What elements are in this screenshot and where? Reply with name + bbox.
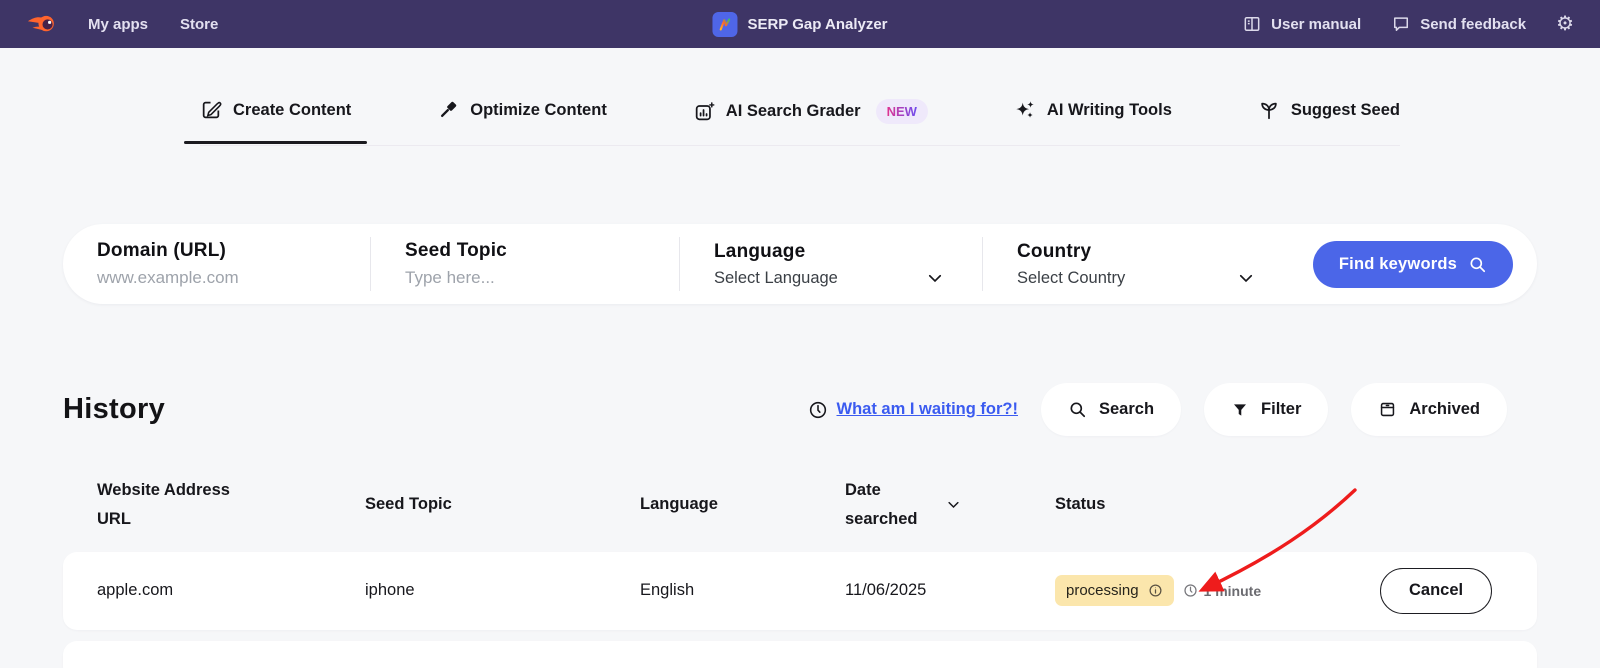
what-am-i-waiting-link[interactable]: What am I waiting for?! — [808, 400, 1019, 420]
tab-label: AI Writing Tools — [1046, 100, 1172, 119]
country-select[interactable]: Select Country — [1017, 269, 1293, 288]
processing-status-badge: processing — [1055, 575, 1174, 607]
cell-date-searched: 11/06/2025 — [845, 581, 927, 600]
content-tabs: Create Content Optimize Content AI Searc… — [183, 99, 1400, 146]
col-header-language: Language — [640, 495, 718, 514]
bar-chart-grader-icon — [693, 101, 715, 123]
elapsed-label: 1 minute — [1203, 582, 1262, 599]
tab-suggest-seed[interactable]: Suggest Seed — [1258, 99, 1400, 142]
search-icon — [1068, 400, 1087, 419]
topbar: My apps Store SERP Gap Analyzer User man… — [0, 0, 1600, 48]
settings-gear-icon[interactable]: ⚙ — [1556, 14, 1574, 34]
hammer-icon — [437, 99, 459, 121]
user-manual-label: User manual — [1271, 15, 1362, 33]
search-button[interactable]: Search — [1041, 383, 1182, 436]
archived-button[interactable]: Archived — [1351, 383, 1507, 436]
cell-language: English — [640, 581, 695, 600]
language-label: Language — [714, 240, 806, 262]
search-icon — [1468, 255, 1487, 274]
topbar-left: My apps Store — [26, 12, 218, 36]
waiting-link-label: What am I waiting for?! — [836, 400, 1019, 418]
find-keywords-button[interactable]: Find keywords — [1312, 240, 1513, 288]
search-button-label: Search — [1099, 400, 1155, 418]
cell-seed-topic: iphone — [365, 581, 415, 600]
tab-label: Create Content — [233, 100, 352, 119]
app-title: SERP Gap Analyzer — [747, 15, 888, 33]
history-header: History What am I waiting for?! Search F… — [63, 383, 1537, 436]
seed-topic-input[interactable] — [405, 268, 658, 288]
status-label: processing — [1066, 582, 1139, 600]
semrush-logo-icon[interactable] — [26, 12, 56, 36]
country-field: Country Select Country — [983, 241, 1293, 288]
domain-label: Domain (URL) — [97, 240, 227, 261]
domain-field: Domain (URL) — [63, 240, 370, 288]
send-feedback-link[interactable]: Send feedback — [1391, 14, 1526, 34]
country-label: Country — [1017, 240, 1092, 262]
clock-icon — [808, 400, 828, 420]
history-title: History — [63, 393, 166, 425]
filter-button[interactable]: Filter — [1204, 383, 1329, 436]
serp-gap-analyzer-icon — [712, 11, 738, 37]
feedback-bubble-icon — [1391, 14, 1411, 34]
sparkles-icon — [1014, 99, 1036, 121]
app-title-group: SERP Gap Analyzer — [712, 11, 888, 37]
language-select-value: Select Language — [714, 268, 838, 287]
history-table-row: apple.com iphone English 11/06/2025 proc… — [63, 551, 1537, 630]
pencil-edit-icon — [200, 99, 222, 121]
sort-chevron-down-icon[interactable] — [946, 497, 961, 512]
nav-store[interactable]: Store — [180, 16, 218, 33]
tab-create-content[interactable]: Create Content — [183, 99, 368, 144]
tab-optimize-content[interactable]: Optimize Content — [437, 99, 607, 142]
date-header-label: Date searched — [845, 481, 918, 528]
elapsed-time: 1 minute — [1183, 582, 1262, 599]
col-header-seed-topic: Seed Topic — [365, 495, 452, 514]
next-row-partial — [63, 640, 1537, 668]
history-actions: What am I waiting for?! Search Filter Ar… — [808, 383, 1538, 436]
tab-ai-search-grader[interactable]: AI Search Grader NEW — [693, 99, 928, 145]
cancel-button[interactable]: Cancel — [1380, 567, 1493, 614]
cell-website-url: apple.com — [97, 581, 174, 600]
chevron-down-icon[interactable] — [1237, 269, 1255, 287]
language-field: Language Select Language — [680, 241, 982, 288]
book-icon — [1242, 14, 1262, 34]
tab-label: Optimize Content — [470, 100, 607, 119]
user-manual-link[interactable]: User manual — [1242, 14, 1361, 34]
clock-icon — [1183, 583, 1198, 598]
filter-button-label: Filter — [1261, 400, 1302, 418]
filter-funnel-icon — [1231, 401, 1249, 419]
new-badge: NEW — [875, 99, 928, 124]
cell-status: processing 1 minute — [1055, 575, 1380, 607]
send-feedback-label: Send feedback — [1420, 15, 1527, 33]
language-select[interactable]: Select Language — [714, 269, 982, 288]
tab-label: Suggest Seed — [1290, 100, 1400, 119]
info-icon[interactable] — [1148, 583, 1163, 598]
archived-button-label: Archived — [1409, 400, 1480, 418]
keyword-search-form: Domain (URL) Seed Topic Language Select … — [63, 224, 1537, 304]
domain-input[interactable] — [97, 268, 349, 288]
archive-box-icon — [1378, 400, 1397, 419]
seedling-icon — [1258, 99, 1280, 121]
find-keywords-label: Find keywords — [1338, 254, 1457, 273]
seed-topic-field: Seed Topic — [371, 240, 679, 288]
col-header-status: Status — [1055, 495, 1106, 514]
tab-ai-writing-tools[interactable]: AI Writing Tools — [1014, 99, 1172, 142]
topbar-right: User manual Send feedback ⚙ — [1242, 14, 1574, 34]
seed-topic-label: Seed Topic — [405, 240, 507, 261]
nav-my-apps[interactable]: My apps — [88, 16, 148, 33]
col-header-website-address-url: Website Address URL — [97, 481, 230, 528]
history-table-header: Website Address URL Seed Topic Language … — [63, 476, 1537, 534]
col-header-date-searched[interactable]: Date searched — [845, 476, 1055, 534]
country-select-value: Select Country — [1017, 268, 1126, 287]
chevron-down-icon[interactable] — [926, 269, 944, 287]
tab-label: AI Search Grader — [725, 102, 861, 120]
